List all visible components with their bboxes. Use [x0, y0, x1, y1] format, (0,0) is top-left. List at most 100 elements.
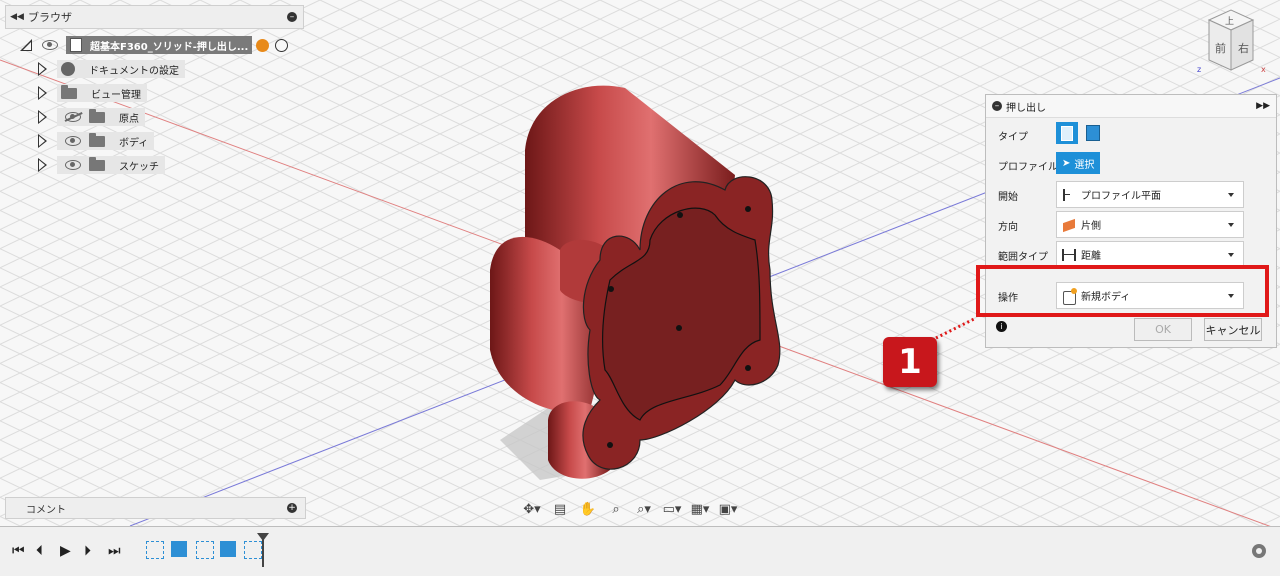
- orbit-icon[interactable]: ✥▾: [520, 500, 544, 518]
- axis-x-label: x: [1261, 65, 1266, 74]
- expand-icon[interactable]: [38, 62, 47, 76]
- one-side-icon: [1061, 217, 1077, 233]
- collapse-icon[interactable]: ◀◀: [6, 12, 28, 22]
- pan-hand-icon[interactable]: ✋: [576, 500, 600, 518]
- direction-dropdown[interactable]: 片側: [1056, 211, 1244, 238]
- grid-settings-icon[interactable]: ▦▾: [688, 500, 712, 518]
- play-icon[interactable]: ▶: [60, 543, 71, 559]
- dialog-header: – 押し出し ▶▶: [986, 95, 1276, 118]
- folder-icon: [89, 156, 105, 171]
- solid-type-button[interactable]: [1056, 122, 1078, 144]
- tree-item-origin[interactable]: 原点: [38, 107, 145, 127]
- go-to-start-icon[interactable]: ⏮: [12, 543, 25, 559]
- timeline-bar: ⏮ ⏴ ▶ ⏵ ⏭: [0, 526, 1280, 576]
- tree-item-sketches[interactable]: スケッチ: [38, 155, 165, 175]
- row-type: タイプ: [986, 121, 1274, 147]
- tree-item-view-management[interactable]: ビュー管理: [38, 83, 147, 103]
- visibility-eye-icon[interactable]: [65, 136, 81, 146]
- row-direction: 方向 片側: [986, 211, 1274, 238]
- timeline-sketch-icon[interactable]: [146, 541, 164, 559]
- cursor-icon: ➤: [1062, 157, 1071, 169]
- timeline-extrude-icon[interactable]: [220, 541, 236, 557]
- hidden-eye-icon[interactable]: [65, 112, 81, 122]
- viewports-icon[interactable]: ▣▾: [716, 500, 740, 518]
- radio-icon[interactable]: [275, 38, 289, 52]
- type-label: タイプ: [998, 132, 1028, 143]
- profile-select-label: 選択: [1074, 159, 1095, 171]
- visibility-eye-icon[interactable]: [42, 40, 58, 50]
- tree-item-bodies[interactable]: ボディ: [38, 131, 155, 151]
- browser-title: ブラウザ: [28, 11, 72, 24]
- profile-label: プロファイル: [998, 162, 1058, 173]
- expand-icon[interactable]: [38, 134, 47, 148]
- extent-type-label: 範囲タイプ: [998, 252, 1048, 263]
- chevron-down-icon: [1228, 192, 1234, 197]
- chevron-down-icon: [1228, 222, 1234, 227]
- expand-icon[interactable]: [38, 86, 47, 100]
- activate-badge-icon[interactable]: [256, 38, 270, 52]
- minimize-icon[interactable]: –: [287, 12, 297, 22]
- tree-item-label: ビュー管理: [91, 89, 141, 101]
- timeline-extrude-icon[interactable]: [171, 541, 187, 557]
- navigation-toolbar: ✥▾ ▤ ✋ ⌕ ⌕▾ ▭▾ ▦▾ ▣▾: [520, 498, 760, 520]
- operation-highlight-box: [976, 265, 1269, 317]
- step-back-icon[interactable]: ⏴: [36, 543, 43, 559]
- axis-z-label: z: [1197, 65, 1201, 74]
- direction-label: 方向: [998, 222, 1018, 233]
- extent-type-value: 距離: [1081, 251, 1101, 262]
- zoom-window-icon[interactable]: ⌕▾: [632, 500, 656, 518]
- tree-root[interactable]: 超基本F360_ソリッド-押し出し...: [20, 35, 289, 55]
- viewcube-front-label: 前: [1215, 41, 1226, 55]
- folder-icon: [89, 132, 105, 147]
- start-value: プロファイル平面: [1081, 191, 1161, 202]
- chevron-down-icon: [1228, 252, 1234, 257]
- solid-icon: [1061, 126, 1073, 141]
- row-profile: プロファイル ➤ 選択: [986, 151, 1274, 177]
- browser-panel: ◀◀ ブラウザ –: [5, 5, 304, 29]
- zoom-icon[interactable]: ⌕: [604, 500, 628, 518]
- expand-icon[interactable]: [38, 158, 47, 172]
- timeline-sketch-icon[interactable]: [244, 541, 262, 559]
- add-comment-icon[interactable]: +: [287, 503, 297, 513]
- expand-down-icon[interactable]: [20, 39, 32, 51]
- go-to-end-icon[interactable]: ⏭: [108, 543, 121, 559]
- browser-header[interactable]: ◀◀ ブラウザ –: [5, 5, 304, 29]
- extent-type-dropdown[interactable]: 距離: [1056, 241, 1244, 268]
- comment-title: コメント: [26, 504, 66, 516]
- row-start: 開始 プロファイル平面: [986, 181, 1274, 208]
- comment-panel[interactable]: コメント +: [5, 497, 306, 519]
- direction-value: 片側: [1081, 221, 1101, 232]
- tree-item-label: スケッチ: [119, 161, 159, 173]
- timeline-marker-handle-icon[interactable]: [257, 533, 269, 541]
- timeline-sketch-icon[interactable]: [196, 541, 214, 559]
- root-component[interactable]: 超基本F360_ソリッド-押し出し...: [66, 36, 253, 54]
- profile-select-button[interactable]: ➤ 選択: [1056, 152, 1101, 174]
- expand-dialog-icon[interactable]: ▶▶: [1256, 101, 1270, 111]
- tree-item-label: ドキュメントの設定: [89, 65, 179, 77]
- row-extent-type: 範囲タイプ 距離: [986, 241, 1274, 268]
- timeline-settings-gear-icon[interactable]: [1252, 544, 1266, 558]
- info-icon[interactable]: i: [996, 321, 1007, 332]
- tree-item-label: 原点: [119, 113, 139, 125]
- look-at-icon[interactable]: ▤: [548, 500, 572, 518]
- distance-icon: [1061, 247, 1077, 263]
- visibility-eye-icon[interactable]: [65, 160, 81, 170]
- tree-item-label: ボディ: [119, 137, 149, 149]
- folder-icon: [61, 84, 77, 99]
- expand-icon[interactable]: [38, 110, 47, 124]
- step-forward-icon[interactable]: ⏵: [84, 543, 91, 559]
- display-settings-icon[interactable]: ▭▾: [660, 500, 684, 518]
- dialog-minimize-icon[interactable]: –: [992, 101, 1002, 111]
- view-cube[interactable]: 上 前 右 z x: [1195, 8, 1273, 78]
- tree-item-document-settings[interactable]: ドキュメントの設定: [38, 59, 185, 79]
- profile-plane-icon: [1061, 187, 1077, 203]
- surface-type-icon[interactable]: [1086, 125, 1100, 141]
- start-dropdown[interactable]: プロファイル平面: [1056, 181, 1244, 208]
- dialog-title: 押し出し: [1006, 102, 1046, 114]
- step-number-callout: 1: [883, 337, 937, 387]
- ok-button[interactable]: OK: [1134, 318, 1192, 341]
- folder-icon: [89, 108, 105, 123]
- gear-icon: [61, 62, 75, 76]
- cancel-button[interactable]: キャンセル: [1204, 318, 1262, 341]
- viewcube-right-label: 右: [1238, 41, 1249, 55]
